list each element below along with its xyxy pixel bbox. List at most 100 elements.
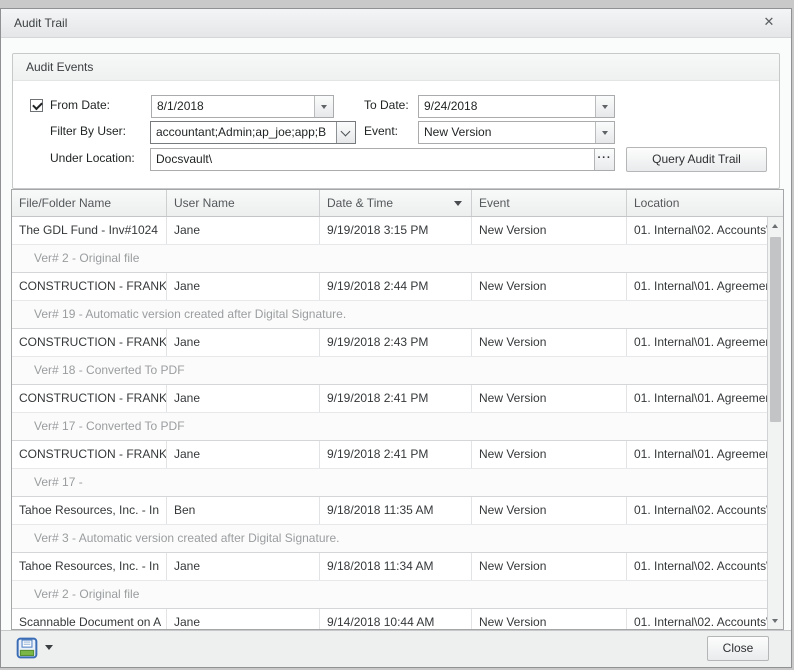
table-row[interactable]: The GDL Fund - Inv#1024 Jane 9/19/2018 3… bbox=[12, 217, 767, 245]
from-date-combo[interactable]: 8/1/2018 bbox=[151, 95, 334, 118]
cell-datetime: 9/18/2018 11:34 AM bbox=[320, 553, 472, 580]
chevron-down-icon bbox=[602, 105, 608, 109]
under-location-value: Docsvault\ bbox=[156, 149, 594, 170]
column-header-file-folder-name[interactable]: File/Folder Name bbox=[12, 190, 167, 216]
query-audit-trail-button[interactable]: Query Audit Trail bbox=[626, 147, 767, 172]
checkmark-icon bbox=[32, 100, 43, 111]
cell-datetime: 9/18/2018 11:35 AM bbox=[320, 497, 472, 524]
cell-location: 01. Internal\01. Agreemen bbox=[627, 385, 767, 412]
cell-location: 01. Internal\02. Accounts\ bbox=[627, 553, 767, 580]
cell-datetime: 9/19/2018 2:43 PM bbox=[320, 329, 472, 356]
filter-by-user-label: Filter By User: bbox=[50, 124, 126, 139]
cell-event: New Version bbox=[472, 441, 627, 468]
cell-location: 01. Internal\01. Agreemen bbox=[627, 441, 767, 468]
event-label: Event: bbox=[364, 124, 398, 139]
cell-event: New Version bbox=[472, 497, 627, 524]
cell-event: New Version bbox=[472, 609, 627, 629]
cell-file: Tahoe Resources, Inc. - In bbox=[12, 497, 167, 524]
triangle-down-icon bbox=[772, 619, 778, 623]
chevron-down-icon bbox=[602, 131, 608, 135]
column-header-date-time[interactable]: Date & Time bbox=[320, 190, 472, 216]
column-header-event[interactable]: Event bbox=[472, 190, 627, 216]
event-dropdown-button[interactable] bbox=[595, 122, 614, 143]
cell-event: New Version bbox=[472, 329, 627, 356]
filter-by-user-combo[interactable]: accountant;Admin;ap_joe;app;B bbox=[150, 121, 356, 144]
to-date-dropdown-button[interactable] bbox=[595, 96, 614, 117]
row-detail: Ver# 2 - Original file bbox=[12, 245, 767, 273]
cell-file: CONSTRUCTION - FRANKE bbox=[12, 441, 167, 468]
table-row[interactable]: CONSTRUCTION - FRANKE Jane 9/19/2018 2:4… bbox=[12, 441, 767, 469]
under-location-field[interactable]: Docsvault\ ··· bbox=[150, 148, 615, 171]
scrollbar-thumb[interactable] bbox=[770, 237, 781, 422]
row-detail: Ver# 18 - Converted To PDF bbox=[12, 357, 767, 385]
table-row[interactable]: CONSTRUCTION - FRANKE Jane 9/19/2018 2:4… bbox=[12, 385, 767, 413]
table-row[interactable]: CONSTRUCTION - FRANKE Jane 9/19/2018 2:4… bbox=[12, 273, 767, 301]
row-detail: Ver# 19 - Automatic version created afte… bbox=[12, 301, 767, 329]
filter-by-user-value: accountant;Admin;ap_joe;app;B bbox=[156, 122, 335, 143]
row-detail: Ver# 2 - Original file bbox=[12, 581, 767, 609]
save-export-button[interactable] bbox=[13, 637, 41, 661]
cell-datetime: 9/19/2018 2:44 PM bbox=[320, 273, 472, 300]
from-date-dropdown-button[interactable] bbox=[314, 96, 333, 117]
cell-event: New Version bbox=[472, 217, 627, 244]
panel-title: Audit Events bbox=[26, 60, 93, 74]
cell-user: Ben bbox=[167, 497, 320, 524]
cell-location: 01. Internal\02. Accounts\ bbox=[627, 609, 767, 629]
scroll-down-button[interactable] bbox=[768, 612, 783, 629]
cell-location: 01. Internal\02. Accounts\ bbox=[627, 217, 767, 244]
cell-user: Jane bbox=[167, 553, 320, 580]
cell-user: Jane bbox=[167, 217, 320, 244]
event-combo[interactable]: New Version bbox=[418, 121, 615, 144]
cell-datetime: 9/19/2018 2:41 PM bbox=[320, 385, 472, 412]
grid-header: File/Folder Name User Name Date & Time E… bbox=[12, 190, 783, 217]
cell-location: 01. Internal\01. Agreemen bbox=[627, 329, 767, 356]
table-row[interactable]: Scannable Document on A Jane 9/14/2018 1… bbox=[12, 609, 767, 629]
cell-event: New Version bbox=[472, 553, 627, 580]
cell-file: CONSTRUCTION - FRANKE bbox=[12, 329, 167, 356]
column-header-location[interactable]: Location bbox=[627, 190, 783, 216]
dialog-titlebar: Audit Trail ✕ bbox=[1, 9, 791, 38]
scroll-up-button[interactable] bbox=[768, 217, 783, 234]
close-icon[interactable]: ✕ bbox=[761, 14, 777, 30]
under-location-label: Under Location: bbox=[50, 151, 135, 166]
sort-descending-icon bbox=[454, 201, 462, 206]
from-date-label: From Date: bbox=[50, 98, 110, 113]
dialog-title: Audit Trail bbox=[14, 16, 67, 30]
column-header-date-time-label: Date & Time bbox=[327, 196, 393, 210]
audit-trail-dialog: Audit Trail ✕ Audit Events From Date: 8/… bbox=[0, 8, 792, 668]
to-date-combo[interactable]: 9/24/2018 bbox=[418, 95, 615, 118]
browse-location-button[interactable]: ··· bbox=[594, 149, 614, 170]
row-detail: Ver# 17 - bbox=[12, 469, 767, 497]
row-detail: Ver# 3 - Automatic version created after… bbox=[12, 525, 767, 553]
cell-location: 01. Internal\02. Accounts\ bbox=[627, 497, 767, 524]
cell-datetime: 9/19/2018 2:41 PM bbox=[320, 441, 472, 468]
cell-event: New Version bbox=[472, 385, 627, 412]
chevron-down-icon bbox=[341, 126, 351, 136]
cell-file: Tahoe Resources, Inc. - In bbox=[12, 553, 167, 580]
table-row[interactable]: Tahoe Resources, Inc. - In Jane 9/18/201… bbox=[12, 553, 767, 581]
cell-file: CONSTRUCTION - FRANKE bbox=[12, 385, 167, 412]
close-button[interactable]: Close bbox=[707, 636, 769, 661]
cell-datetime: 9/14/2018 10:44 AM bbox=[320, 609, 472, 629]
chevron-down-icon bbox=[321, 105, 327, 109]
table-row[interactable]: Tahoe Resources, Inc. - In Ben 9/18/2018… bbox=[12, 497, 767, 525]
cell-user: Jane bbox=[167, 329, 320, 356]
panel-header: Audit Events bbox=[13, 54, 779, 81]
cell-file: CONSTRUCTION - FRANKE bbox=[12, 273, 167, 300]
save-dropdown-arrow-icon[interactable] bbox=[45, 645, 53, 650]
column-header-user-name[interactable]: User Name bbox=[167, 190, 320, 216]
cell-file: Scannable Document on A bbox=[12, 609, 167, 629]
from-date-checkbox[interactable] bbox=[30, 99, 43, 112]
save-icon bbox=[15, 637, 39, 659]
filter-by-user-dropdown-button[interactable] bbox=[336, 122, 355, 143]
cell-user: Jane bbox=[167, 609, 320, 629]
audit-grid: File/Folder Name User Name Date & Time E… bbox=[11, 189, 784, 630]
to-date-label: To Date: bbox=[364, 98, 409, 113]
row-detail: Ver# 17 - Converted To PDF bbox=[12, 413, 767, 441]
vertical-scrollbar[interactable] bbox=[767, 217, 783, 629]
table-row[interactable]: CONSTRUCTION - FRANKE Jane 9/19/2018 2:4… bbox=[12, 329, 767, 357]
cell-user: Jane bbox=[167, 273, 320, 300]
triangle-up-icon bbox=[772, 224, 778, 228]
dialog-footer: Close bbox=[1, 630, 791, 667]
cell-user: Jane bbox=[167, 385, 320, 412]
